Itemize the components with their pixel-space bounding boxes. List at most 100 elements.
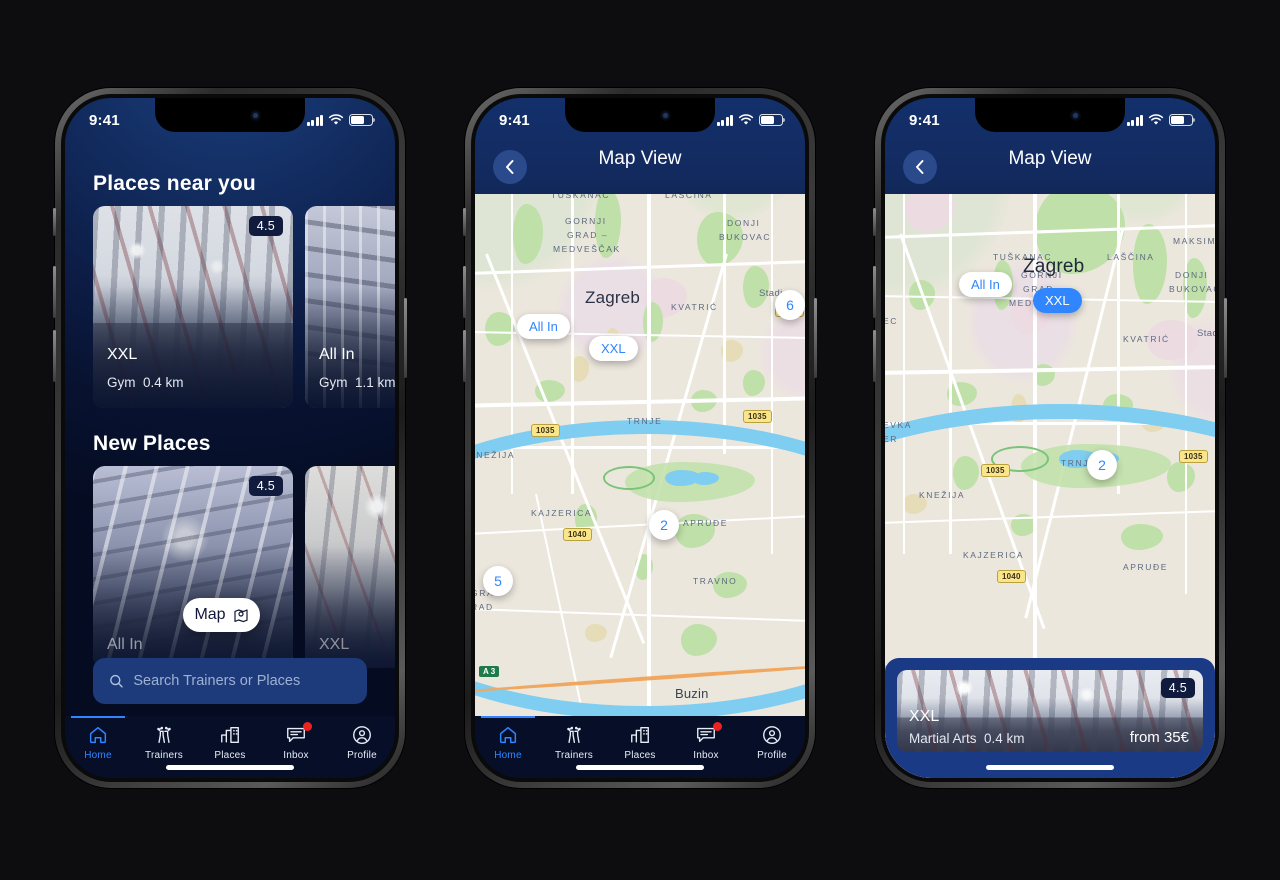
volume-up-button[interactable] [463, 266, 466, 318]
section-title-new-places: New Places [93, 432, 211, 455]
map-area-label: APRUĐE [683, 518, 729, 528]
place-meta: Gym 1.1 km [319, 375, 395, 390]
map-area-label: KAJZERICA [531, 508, 593, 518]
power-button[interactable] [814, 298, 817, 378]
map-area-label: TUŠKANAC [551, 194, 611, 200]
tab-trainers[interactable]: Trainers [541, 724, 607, 761]
map-area-label: MEDVEŠČAK [553, 244, 621, 254]
map-cluster[interactable]: 2 [649, 510, 679, 540]
place-category: Gym [319, 375, 348, 390]
map-stadium [603, 466, 655, 490]
volume-up-button[interactable] [53, 266, 56, 318]
map-toggle-button[interactable]: Map [183, 598, 260, 632]
search-bar[interactable] [93, 658, 367, 704]
place-category: Gym [107, 375, 136, 390]
phone-2-screen: A 3 TUŠKANAC LAŠČINA GORNJI GRAD – MEDVE… [475, 98, 805, 778]
rating-badge: 4.5 [1160, 678, 1195, 698]
search-icon [110, 674, 123, 688]
tab-label: Home [494, 750, 522, 761]
screenshot-stage: 9:41 Places near you 4.5 XXL Gym 0.4 km … [0, 0, 1280, 880]
tab-places[interactable]: Places [197, 724, 263, 761]
map-pin-all-in[interactable]: All In [959, 272, 1012, 297]
wifi-icon [328, 114, 344, 125]
road-shield: 1040 [997, 570, 1026, 583]
home-indicator[interactable] [166, 765, 294, 770]
tab-label: Trainers [145, 750, 183, 761]
tab-home[interactable]: Home [65, 716, 131, 761]
map-area-label: LAŠČINA [665, 194, 713, 200]
selected-place-card[interactable]: 4.5 XXL Martial Arts 0.4 km from 35€ [897, 670, 1203, 752]
trainers-icon [157, 726, 171, 744]
place-card-all-in[interactable]: All In Gym 1.1 km [305, 206, 395, 408]
volume-down-button[interactable] [873, 330, 876, 382]
place-meta: Gym 0.4 km [107, 375, 184, 390]
map-area-label: TRAVNO [693, 576, 738, 586]
map-area-label: DONJI [727, 218, 761, 228]
place-name: All In [107, 636, 143, 653]
map-city-label: Zagreb [585, 288, 641, 307]
place-distance: 0.4 km [984, 731, 1025, 746]
road-shield: 1035 [1179, 450, 1208, 463]
status-time: 9:41 [909, 111, 940, 129]
place-card-xxl[interactable]: 4.5 XXL Gym 0.4 km [93, 206, 293, 408]
mute-switch[interactable] [463, 208, 466, 236]
volume-down-button[interactable] [53, 330, 56, 382]
map-area-label: MAKSIM [1173, 236, 1215, 246]
section-title-places-near-you: Places near you [93, 172, 256, 195]
map-cluster[interactable]: 2 [1087, 450, 1117, 480]
road-shield: 1040 [563, 528, 592, 541]
map-pin-all-in[interactable]: All In [517, 314, 570, 339]
home-icon [89, 726, 107, 744]
map-cluster[interactable]: 5 [483, 566, 513, 596]
home-indicator[interactable] [576, 765, 704, 770]
place-category: Martial Arts [909, 731, 977, 746]
map-area-label: DONJI [1175, 270, 1209, 280]
status-icons [1126, 114, 1196, 126]
tab-home[interactable]: Home [475, 716, 541, 761]
place-distance: 0.4 km [143, 375, 184, 390]
search-input[interactable] [133, 673, 351, 689]
place-name: XXL [909, 708, 940, 725]
map-area-label: KVATRIĆ [671, 302, 718, 312]
battery-icon [1169, 114, 1196, 126]
map-area-label: KNEŽIJA [475, 450, 516, 460]
map-area-label: ER [885, 434, 899, 444]
map-area-label: TRNJE [627, 416, 663, 426]
tab-inbox[interactable]: Inbox [673, 722, 739, 761]
inbox-notification-badge [303, 722, 312, 731]
place-price: from 35€ [1129, 729, 1189, 746]
map-area-label: Buzin [675, 686, 709, 701]
map-pin-xxl-selected[interactable]: XXL [1033, 288, 1082, 313]
mute-switch[interactable] [873, 208, 876, 236]
map-poi-label: Stad [1197, 328, 1215, 339]
tab-places[interactable]: Places [607, 724, 673, 761]
volume-down-button[interactable] [463, 330, 466, 382]
rating-badge: 4.5 [248, 216, 283, 236]
new-place-card-xxl[interactable]: XXL [305, 466, 395, 668]
power-button[interactable] [1224, 298, 1227, 378]
map-pin-xxl[interactable]: XXL [589, 336, 638, 361]
tab-inbox[interactable]: Inbox [263, 722, 329, 761]
status-time: 9:41 [499, 111, 530, 129]
new-place-card-all-in[interactable]: 4.5 All In [93, 466, 293, 668]
road-shield: 1035 [531, 424, 560, 437]
power-button[interactable] [404, 298, 407, 378]
mute-switch[interactable] [53, 208, 56, 236]
status-icons [716, 114, 786, 126]
tab-profile[interactable]: Profile [739, 724, 805, 761]
map-area-label: KAJZERICA [963, 550, 1025, 560]
volume-up-button[interactable] [873, 266, 876, 318]
phone-2-bezel: A 3 TUŠKANAC LAŠČINA GORNJI GRAD – MEDVE… [471, 94, 809, 782]
tab-trainers[interactable]: Trainers [131, 724, 197, 761]
map-area-label: EVKA [885, 420, 913, 430]
map-area-label: APRUĐE [1123, 562, 1169, 572]
map-area-label: BUKOVAC [1169, 284, 1215, 294]
tab-profile[interactable]: Profile [329, 724, 395, 761]
home-indicator[interactable] [986, 765, 1114, 770]
map-canvas[interactable]: A 3 TUŠKANAC LAŠČINA GORNJI GRAD – MEDVE… [475, 194, 805, 716]
places-building-icon [221, 726, 239, 744]
profile-person-icon [763, 726, 781, 744]
map-area-label: BUKOVAC [719, 232, 772, 242]
dynamic-island [182, 104, 278, 127]
map-cluster[interactable]: 6 [775, 290, 805, 320]
